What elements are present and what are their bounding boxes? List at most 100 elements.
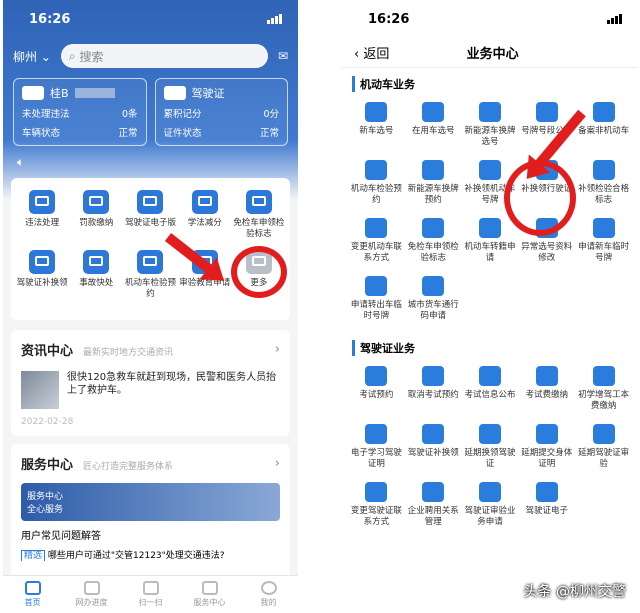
vehicle-service-item[interactable]: 申请新车临时号牌 [575,218,632,264]
tab-home-label: 首页 [24,598,41,607]
service-icon [592,366,615,386]
news-item[interactable]: 很快120急救车就赶到现场，民警和医务人员抬上了救护车。 [21,371,280,409]
license-status-label: 证件状态 [163,128,202,139]
license-service-item[interactable]: 考试预约 [348,366,405,412]
news-image [21,371,59,409]
vehicle-service-item[interactable]: 备案非机动车 [575,102,632,148]
user-cards: 桂B 未处理违法 0条 车辆状态 正常 驾驶证 累积记分 0分 证件状态 正常 [3,74,298,150]
service-center-subtitle: 匠心打造完整服务体系 [83,462,174,472]
service-icon [83,250,110,274]
service-icon [137,190,164,214]
vehicle-service-item[interactable]: 新能源车换牌选号 [462,102,519,148]
license-service-label: 延期驾驶证审验 [578,448,630,469]
license-service-item[interactable]: 电子学习驾驶证明 [348,424,405,470]
service-icon [422,218,445,238]
tab-service-label: 服务中心 [193,598,226,607]
vehicle-service-label: 备案非机动车 [578,126,630,136]
license-service-item[interactable]: 延期驾驶证审验 [575,424,632,470]
service-banner[interactable]: 服务中心 全心服务 [21,483,280,521]
license-section-header: 驾驶证业务 [352,340,638,356]
license-service-item[interactable]: 考试信息公布 [462,366,519,412]
tab-scan-label: 扫一扫 [138,598,163,607]
service-icon [422,102,445,122]
license-service-item[interactable]: 企业聘用关系管理 [405,482,462,528]
mail-icon[interactable]: ✉ [278,49,288,63]
vehicle-service-item[interactable]: 机动车转籍申请 [462,218,519,264]
vehicle-status-value: 正常 [118,128,138,139]
service-item[interactable]: 学法减分 [178,190,232,240]
chevron-right-icon[interactable]: › [275,456,280,471]
signal-icon [267,14,282,24]
search-input[interactable]: ⌕ 搜索 [60,44,268,68]
search-placeholder: 搜索 [79,49,104,64]
service-icon [592,160,615,180]
license-card[interactable]: 驾驶证 累积记分 0分 证件状态 正常 [154,78,288,146]
vehicle-service-label: 变更机动车联系方式 [350,242,402,263]
faq-item[interactable]: 精选 哪些用户可通过"交管12123"处理交通违法? [21,548,280,561]
license-services: 考试预约 取消考试预约 考试信息公布 考试费缴纳 初学增驾工本费缴纳 电子学习驾驶证明 驾驶… [342,366,638,528]
service-icon [478,482,501,502]
service-icon [422,424,445,444]
diamond-icon [201,581,218,595]
vehicle-service-item[interactable]: 补领检验合格标志 [575,160,632,206]
license-service-label: 驾驶证补换领 [407,448,459,458]
vehicle-service-item[interactable]: 新能源车换牌预约 [405,160,462,206]
vehicle-card[interactable]: 桂B 未处理违法 0条 车辆状态 正常 [13,78,147,146]
license-service-item[interactable]: 延期提交身体证明 [518,424,575,470]
vehicle-service-item[interactable]: 机动车检验预约 [348,160,405,206]
faq-link[interactable]: 用户常见问题解答 [21,527,280,542]
service-item[interactable]: 免检车申领检验标志 [232,190,286,240]
license-service-item[interactable]: 驾驶证审验业务申请 [462,482,519,528]
license-service-item[interactable]: 考试费缴纳 [518,366,575,412]
service-item[interactable]: 驾驶证补换领 [15,250,69,300]
vehicle-service-item[interactable]: 免检车申领检验标志 [405,218,462,264]
vehicle-service-item[interactable]: 在用车选号 [405,102,462,148]
vehicle-service-item[interactable]: 变更机动车联系方式 [348,218,405,264]
service-item[interactable]: 罚款缴纳 [69,190,123,240]
tab-service[interactable]: 服务中心 [180,576,239,613]
watermark: 头条 @柳州交警 [523,584,626,600]
license-service-item[interactable]: 初学增驾工本费缴纳 [575,366,632,412]
vehicle-service-label: 机动车检验预约 [350,184,402,205]
vehicle-section-header: 机动车业务 [352,76,638,92]
banner-text: 全心服务 [27,505,64,515]
faq-item-text: 哪些用户可通过"交管12123"处理交通违法? [47,551,225,561]
service-icon [592,424,615,444]
speaker-icon[interactable]: 🔈︎ [17,155,24,170]
home-icon [24,581,41,595]
service-icon [365,102,388,122]
chevron-right-icon[interactable]: › [275,342,280,357]
service-icon [137,250,164,274]
service-item[interactable]: 机动车检验预约 [123,250,177,300]
service-icon [365,218,388,238]
license-service-item[interactable]: 延期换领驾驶证 [462,424,519,470]
vehicle-service-item[interactable]: 城市货车通行码申请 [405,276,462,322]
service-item[interactable]: 违法处理 [15,190,69,240]
license-service-item[interactable]: 驾驶证补换领 [405,424,462,470]
vehicle-service-item[interactable]: 新车选号 [348,102,405,148]
vehicle-status-label: 车辆状态 [22,128,61,139]
service-item[interactable]: 驾驶证电子版 [123,190,177,240]
vehicle-service-label: 申请转出车临时号牌 [350,300,402,321]
tab-mine[interactable]: 我的 [239,576,298,613]
tab-home[interactable]: 首页 [3,576,62,613]
service-icon [422,366,445,386]
service-label: 驾驶证补换领 [16,278,68,288]
service-label: 罚款缴纳 [79,218,114,228]
service-icon [478,218,501,238]
city-selector[interactable]: 柳州 ⌄ [13,48,51,65]
vehicle-service-item[interactable]: 申请转出车临时号牌 [348,276,405,322]
tab-bar: 首页 网办进度 扫一扫 服务中心 我的 [3,575,298,613]
license-service-item[interactable]: 驾驶证电子 [518,482,575,528]
tab-scan[interactable]: 扫一扫 [121,576,180,613]
license-service-item[interactable]: 变更驾驶证联系方式 [348,482,405,528]
service-icon [29,190,56,214]
tab-progress[interactable]: 网办进度 [62,576,121,613]
license-service-item[interactable]: 取消考试预约 [405,366,462,412]
service-icon [535,424,558,444]
tab-progress-label: 网办进度 [75,598,108,607]
service-item[interactable]: 事故快处 [69,250,123,300]
back-button[interactable]: ‹ 返回 [354,43,389,62]
news-center: 资讯中心 最新实时地方交通资讯 › 很快120急救车就赶到现场，民警和医务人员抬上了… [11,330,290,436]
service-icon [422,276,445,296]
